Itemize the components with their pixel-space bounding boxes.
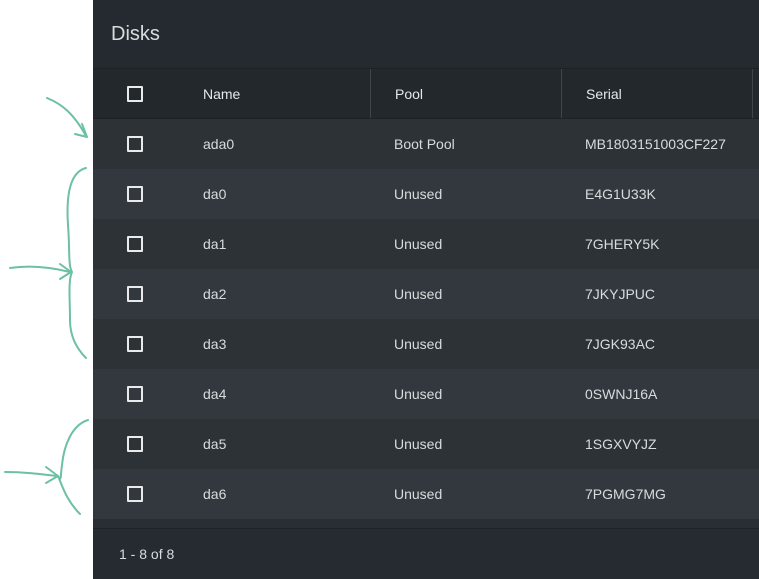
row-checkbox[interactable] [127, 336, 143, 352]
row-select-cell [93, 269, 178, 319]
row-checkbox[interactable] [127, 136, 143, 152]
row-select-cell [93, 469, 178, 519]
row-select-cell [93, 319, 178, 369]
row-overflow [752, 119, 759, 169]
row-checkbox[interactable] [127, 286, 143, 302]
disk-pool: Unused [394, 336, 443, 352]
row-overflow [752, 269, 759, 319]
table-row[interactable]: da5 Unused 1SGXVYJZ [93, 419, 759, 469]
table-row[interactable]: da1 Unused 7GHERY5K [93, 219, 759, 269]
column-header-serial[interactable]: Serial [561, 69, 752, 118]
disk-name: ada0 [203, 136, 235, 152]
row-overflow [752, 369, 759, 419]
table-header-row: Name Pool Serial [93, 69, 759, 119]
hand-drawn-annotations [4, 97, 89, 515]
disk-pool: Unused [394, 486, 443, 502]
disk-serial: 7PGMG7MG [585, 486, 666, 502]
column-header-pool[interactable]: Pool [370, 69, 561, 118]
disk-pool: Unused [394, 286, 443, 302]
disk-serial: 7JKYJPUC [585, 286, 656, 302]
disk-name: da0 [203, 186, 227, 202]
row-select-cell [93, 119, 178, 169]
table-row[interactable]: da3 Unused 7JGK93AC [93, 319, 759, 369]
brace-icon [66, 167, 87, 359]
row-select-cell [93, 219, 178, 269]
row-checkbox[interactable] [127, 436, 143, 452]
disk-serial: E4G1U33K [585, 186, 656, 202]
table-body: ada0 Boot Pool MB1803151003CF227 da0 Unused E… [93, 119, 759, 519]
disk-pool: Unused [394, 236, 443, 252]
row-select-cell [93, 369, 178, 419]
disk-name: da4 [203, 386, 227, 402]
disk-pool: Unused [394, 186, 443, 202]
disk-serial: MB1803151003CF227 [585, 136, 726, 152]
row-checkbox[interactable] [127, 486, 143, 502]
disk-name: da2 [203, 286, 227, 302]
brace-icon [57, 419, 89, 515]
row-checkbox[interactable] [127, 236, 143, 252]
disk-pool: Unused [394, 386, 443, 402]
disk-pool: Unused [394, 436, 443, 452]
disk-pool: Boot Pool [394, 136, 455, 152]
disk-name: da1 [203, 236, 227, 252]
column-header-more [752, 69, 759, 118]
disk-serial: 1SGXVYJZ [585, 436, 657, 452]
arrow-icon [4, 471, 58, 477]
table-row[interactable]: da6 Unused 7PGMG7MG [93, 469, 759, 519]
select-all-cell [93, 69, 178, 118]
disk-name: da5 [203, 436, 227, 452]
column-header-name[interactable]: Name [178, 69, 370, 118]
arrow-icon [46, 97, 87, 137]
pagination-range: 1 - 8 of 8 [119, 546, 175, 562]
table-row[interactable]: da0 Unused E4G1U33K [93, 169, 759, 219]
disk-serial: 7GHERY5K [585, 236, 660, 252]
row-select-cell [93, 169, 178, 219]
row-select-cell [93, 419, 178, 469]
row-overflow [752, 319, 759, 369]
disk-serial: 0SWNJ16A [585, 386, 658, 402]
row-overflow [752, 169, 759, 219]
row-overflow [752, 469, 759, 519]
row-checkbox[interactable] [127, 386, 143, 402]
table-row[interactable]: da4 Unused 0SWNJ16A [93, 369, 759, 419]
disks-panel: Disks Name Pool Serial ada0 Boot Pool MB18… [93, 0, 759, 579]
page-title: Disks [93, 0, 759, 69]
table-row[interactable]: da2 Unused 7JKYJPUC [93, 269, 759, 319]
disk-name: da6 [203, 486, 227, 502]
row-overflow [752, 219, 759, 269]
table-footer: 1 - 8 of 8 [93, 528, 759, 579]
disks-table: Name Pool Serial ada0 Boot Pool MB18031510… [93, 69, 759, 519]
select-all-checkbox[interactable] [127, 85, 143, 102]
arrow-icon [9, 265, 71, 273]
disk-serial: 7JGK93AC [585, 336, 656, 352]
table-row[interactable]: ada0 Boot Pool MB1803151003CF227 [93, 119, 759, 169]
row-checkbox[interactable] [127, 186, 143, 202]
row-overflow [752, 419, 759, 469]
disk-name: da3 [203, 336, 227, 352]
